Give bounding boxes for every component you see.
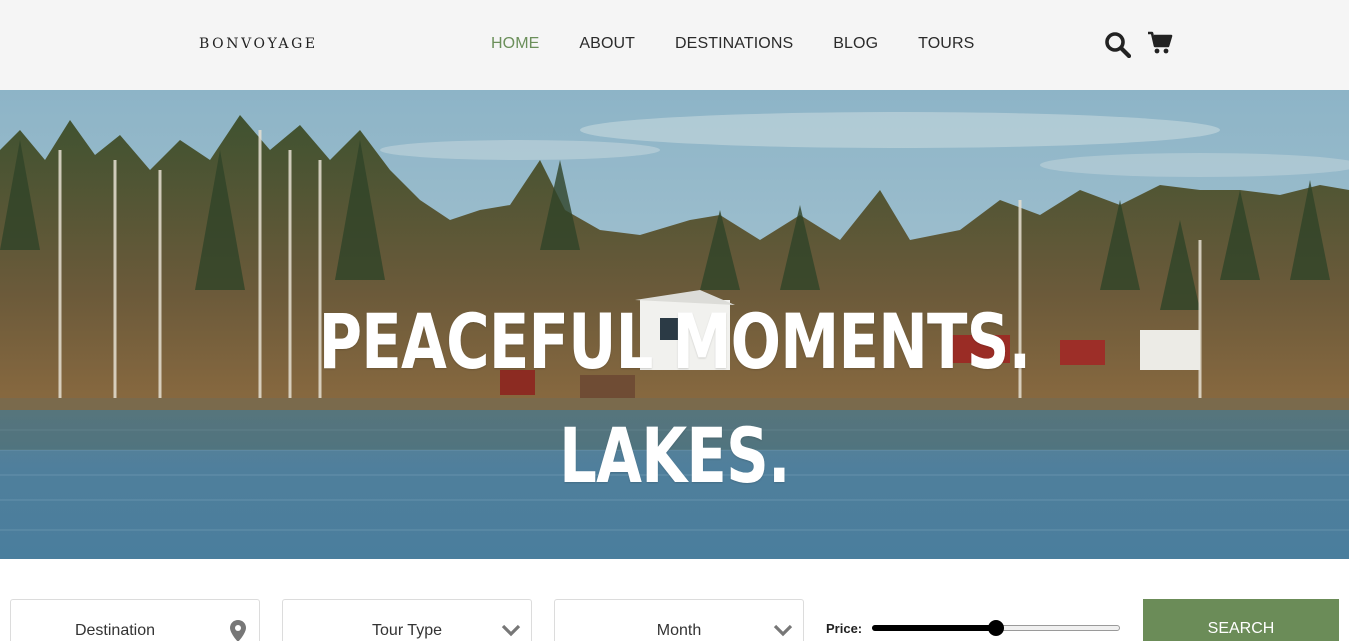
tour-search-bar: Destination Tour Type Month Price: SEARC… [0,559,1349,641]
nav-item-about[interactable]: ABOUT [579,35,635,53]
site-logo[interactable]: BONVOYAGE [199,36,318,52]
tour-type-label: Tour Type [372,622,442,639]
main-nav: HOME ABOUT DESTINATIONS BLOG TOURS [491,35,1014,53]
search-button[interactable]: SEARCH [1143,599,1339,641]
price-slider[interactable] [872,620,1120,636]
nav-item-tours[interactable]: TOURS [918,35,974,53]
hero-title-line2: LAKES. [559,411,790,500]
search-icon[interactable] [1104,31,1131,58]
nav-item-destinations[interactable]: DESTINATIONS [675,35,793,53]
hero-banner: PEACEFUL MOMENTS. LAKES. [0,90,1349,559]
header-icons [1104,31,1173,58]
price-label: Price: [826,621,863,636]
destination-field[interactable]: Destination [10,599,260,641]
nav-item-blog[interactable]: BLOG [833,35,878,53]
nav-item-home[interactable]: HOME [491,35,539,53]
cart-icon[interactable] [1147,31,1173,58]
chevron-down-icon [501,623,521,641]
chevron-down-icon [773,623,793,641]
hero-title-line1: PEACEFUL MOMENTS. [318,297,1032,386]
tour-type-select[interactable]: Tour Type [282,599,532,641]
price-slider-thumb[interactable] [988,620,1004,636]
month-label: Month [656,622,702,639]
site-header: BONVOYAGE HOME ABOUT DESTINATIONS BLOG T… [0,0,1349,90]
map-pin-icon [230,620,246,641]
month-select[interactable]: Month [554,599,804,641]
price-slider-fill [872,625,996,631]
destination-label: Destination [74,622,156,639]
